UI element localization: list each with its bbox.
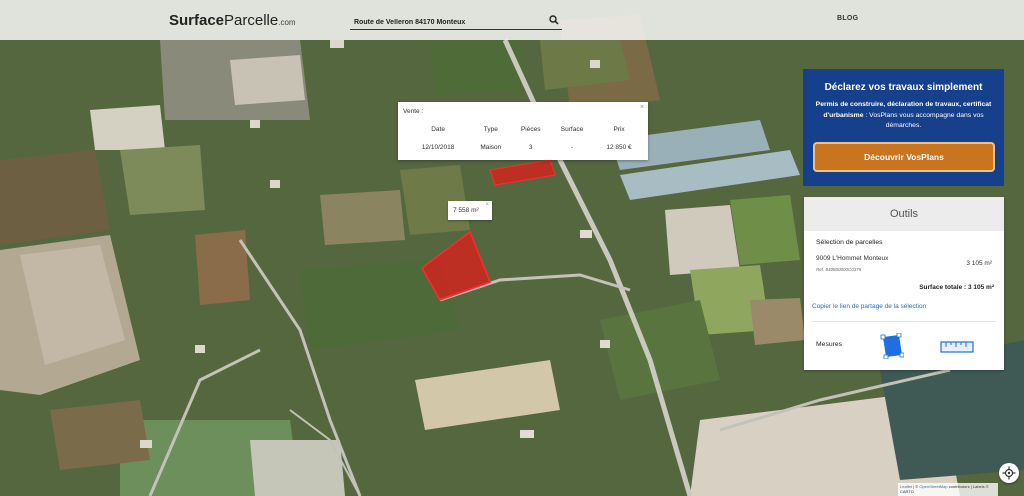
promo-panel: Déclarez vos travaux simplement Permis d… (803, 69, 1004, 186)
sale-table: Date Type Pièces Surface Prix 12/10/2018… (406, 122, 644, 158)
promo-desc-text: : VosPlans vous accompagne dans vos déma… (863, 111, 984, 130)
osm-link[interactable]: OpenStreetMap (919, 484, 947, 489)
ruler-icon[interactable] (940, 340, 974, 353)
selection-title: Sélection de parcelles (816, 239, 883, 246)
column-header: Type (483, 125, 498, 133)
parcel-area: 3 105 m² (966, 260, 992, 267)
column-header: Prix (613, 125, 625, 133)
table-row: 12/10/2018 Maison 3 - 12 850 € (406, 136, 644, 158)
sale-price: 12 850 € (606, 143, 632, 151)
share-link[interactable]: Copier le lien de partage de la sélectio… (812, 303, 926, 310)
total-surface: Surface totale : 3 105 m² (919, 284, 994, 291)
promo-title: Déclarez vos travaux simplement (824, 82, 983, 93)
promo-description: Permis de construire, déclaration de tra… (813, 100, 994, 132)
map-attribution: Leaflet | © OpenStreetMap contributors |… (898, 483, 998, 496)
column-header: Surface (560, 125, 584, 133)
site-logo[interactable]: SurfaceParcelle.com (169, 12, 296, 29)
polygon-measure-icon[interactable] (880, 332, 905, 360)
column-header: Date (431, 125, 445, 133)
logo-text: Parcelle (224, 12, 279, 29)
area-tooltip: 7 558 m² × (448, 201, 492, 220)
sale-popup: Vente : × Date Type Pièces Surface Prix … (398, 102, 648, 160)
measures-label: Mesures (816, 341, 843, 348)
close-icon[interactable]: × (640, 104, 644, 111)
top-header: SurfaceParcelle.com BLOG (0, 0, 1024, 40)
table-header-row: Date Type Pièces Surface Prix (406, 122, 644, 136)
sale-date: 12/10/2018 (421, 143, 455, 151)
locate-icon (1002, 466, 1016, 480)
parcel-name: 9009 L'Hommet Monteux (816, 255, 889, 262)
address-search (350, 11, 562, 32)
popup-title: Vente : (403, 108, 424, 115)
close-icon[interactable]: × (485, 202, 489, 208)
search-icon[interactable] (548, 13, 560, 25)
sale-rooms: 3 (528, 143, 533, 151)
search-input[interactable] (350, 13, 540, 32)
tools-panel: Outils Sélection de parcelles 9009 L'Hom… (804, 197, 1004, 370)
locate-button[interactable] (999, 463, 1019, 483)
sale-type: Maison (480, 143, 502, 151)
divider (812, 321, 996, 322)
parcel-ref: Ref. 840800000C0375 (816, 267, 862, 272)
tools-title: Outils (804, 197, 1004, 231)
logo-text-bold: Surface (169, 12, 225, 29)
logo-domain: .com (278, 18, 296, 27)
area-value: 7 558 m² (453, 207, 479, 214)
blog-link[interactable]: BLOG (837, 15, 858, 22)
discover-vosplans-button[interactable]: Découvrir VosPlans (813, 142, 995, 172)
column-header: Pièces (520, 125, 541, 133)
sale-surface: - (570, 143, 574, 151)
